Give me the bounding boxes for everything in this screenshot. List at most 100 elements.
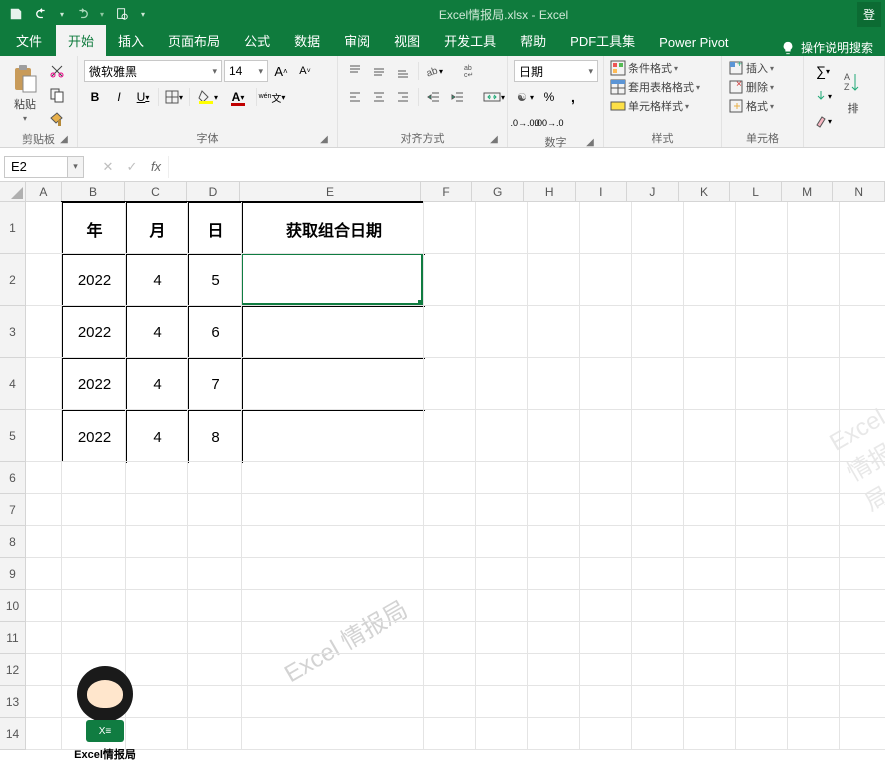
cell[interactable] [736, 202, 788, 254]
column-header-G[interactable]: G [472, 182, 524, 201]
cell[interactable] [242, 558, 424, 590]
number-format-selector[interactable]: 日期▾ [514, 60, 598, 82]
number-launcher-icon[interactable]: ◢ [583, 135, 597, 149]
cell[interactable] [736, 526, 788, 558]
cell[interactable] [188, 686, 242, 718]
cell[interactable] [424, 462, 476, 494]
cell[interactable] [788, 410, 840, 462]
undo-button[interactable] [30, 2, 54, 26]
cell[interactable] [424, 654, 476, 686]
cell[interactable] [580, 462, 632, 494]
cell[interactable] [476, 718, 528, 750]
cell[interactable] [580, 254, 632, 306]
underline-button[interactable]: U▾ [132, 86, 154, 108]
align-top-button[interactable] [344, 60, 366, 82]
cell[interactable] [528, 410, 580, 462]
cell[interactable] [242, 686, 424, 718]
cell[interactable] [580, 202, 632, 254]
cell[interactable] [684, 254, 736, 306]
save-button[interactable] [4, 2, 28, 26]
cell[interactable] [476, 410, 528, 462]
font-family-selector[interactable]: 微软雅黑▾ [84, 60, 222, 82]
cell[interactable] [580, 526, 632, 558]
cell[interactable] [26, 202, 62, 254]
column-header-I[interactable]: I [576, 182, 628, 201]
cell[interactable] [476, 358, 528, 410]
cell[interactable] [684, 358, 736, 410]
cell[interactable] [26, 494, 62, 526]
cell[interactable] [580, 622, 632, 654]
cell[interactable] [840, 202, 885, 254]
cell[interactable] [684, 410, 736, 462]
column-header-J[interactable]: J [627, 182, 679, 201]
cell[interactable] [26, 718, 62, 750]
cell[interactable] [424, 254, 476, 306]
cell[interactable] [424, 526, 476, 558]
cell[interactable] [62, 202, 126, 254]
cell[interactable] [840, 526, 885, 558]
cell[interactable] [580, 558, 632, 590]
cell[interactable] [188, 462, 242, 494]
borders-button[interactable]: ▾ [163, 86, 185, 108]
cell[interactable] [62, 306, 126, 358]
cell[interactable] [424, 718, 476, 750]
cell[interactable] [476, 654, 528, 686]
cell[interactable] [684, 622, 736, 654]
row-header-2[interactable]: 2 [0, 254, 25, 306]
clear-button[interactable]: ▾ [810, 110, 836, 132]
align-bottom-button[interactable] [392, 60, 414, 82]
cell[interactable] [476, 306, 528, 358]
column-header-M[interactable]: M [782, 182, 834, 201]
increase-indent-button[interactable] [447, 86, 469, 108]
cell[interactable] [840, 622, 885, 654]
cell[interactable] [736, 590, 788, 622]
increase-font-button[interactable]: A˄ [270, 60, 292, 82]
row-header-11[interactable]: 11 [0, 622, 25, 654]
cell[interactable] [684, 590, 736, 622]
column-header-L[interactable]: L [730, 182, 782, 201]
decrease-decimal-button[interactable]: .00→.0 [538, 112, 560, 134]
cell[interactable] [476, 494, 528, 526]
tab-formulas[interactable]: 公式 [232, 25, 282, 56]
orientation-button[interactable]: ab▾ [423, 60, 445, 82]
cell[interactable] [242, 410, 424, 462]
cell[interactable] [528, 306, 580, 358]
cell[interactable] [62, 494, 126, 526]
tab-help[interactable]: 帮助 [508, 25, 558, 56]
cell[interactable] [476, 462, 528, 494]
wrap-text-button[interactable]: abc↵ [459, 60, 485, 82]
row-header-1[interactable]: 1 [0, 202, 25, 254]
cell[interactable] [424, 494, 476, 526]
login-button[interactable]: 登 [857, 2, 881, 27]
cell[interactable] [840, 654, 885, 686]
paste-button[interactable]: 粘贴 ▾ [6, 60, 44, 126]
font-launcher-icon[interactable]: ◢ [317, 132, 331, 146]
cell[interactable] [242, 622, 424, 654]
cell[interactable] [476, 590, 528, 622]
cell[interactable] [684, 306, 736, 358]
italic-button[interactable]: I [108, 86, 130, 108]
cell[interactable] [26, 462, 62, 494]
cell[interactable] [188, 622, 242, 654]
align-launcher-icon[interactable]: ◢ [487, 132, 501, 146]
cell[interactable] [684, 202, 736, 254]
row-header-10[interactable]: 10 [0, 590, 25, 622]
insert-function-button[interactable]: fx [144, 156, 168, 178]
cell[interactable] [580, 410, 632, 462]
cell[interactable] [840, 254, 885, 306]
cell[interactable] [424, 686, 476, 718]
row-header-4[interactable]: 4 [0, 358, 25, 410]
cell[interactable] [126, 202, 188, 254]
cell[interactable] [840, 558, 885, 590]
cell[interactable] [736, 622, 788, 654]
cell[interactable] [188, 254, 242, 306]
cell[interactable] [528, 590, 580, 622]
cell[interactable] [26, 622, 62, 654]
name-box[interactable]: E2▾ [4, 156, 84, 178]
cell[interactable] [632, 462, 684, 494]
cell[interactable] [684, 654, 736, 686]
decrease-indent-button[interactable] [423, 86, 445, 108]
column-header-D[interactable]: D [187, 182, 241, 201]
cell[interactable] [788, 254, 840, 306]
cell[interactable] [632, 654, 684, 686]
